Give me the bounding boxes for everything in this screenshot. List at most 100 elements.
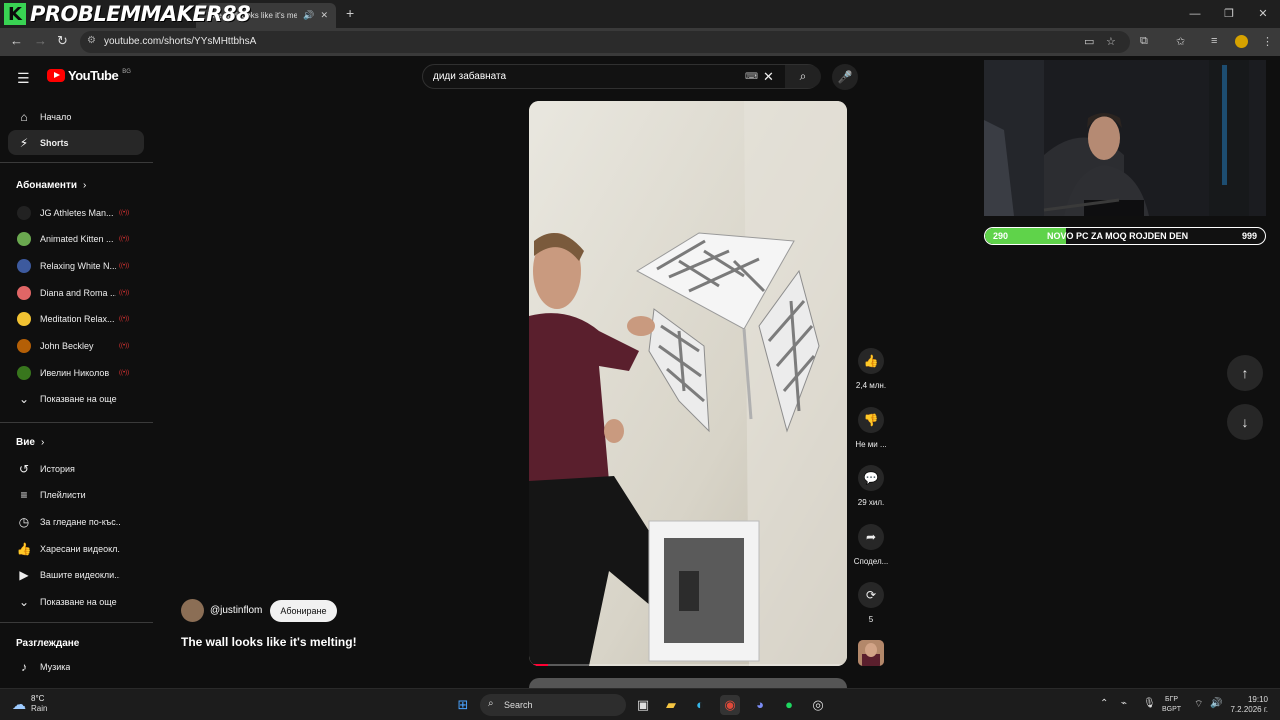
bookmark-star-icon[interactable]: ☆ <box>1106 35 1116 48</box>
next-short-preview[interactable] <box>529 678 847 688</box>
comments-button[interactable]: 💬 29 хил. <box>850 465 892 507</box>
sidebar-item-liked[interactable]: 👍 Харесани видеокл... <box>8 536 144 561</box>
weather-widget[interactable]: ☁ 8°C Rain <box>12 694 47 714</box>
volume-icon[interactable]: 🔊 <box>1210 698 1222 709</box>
you-heading[interactable]: Вие › <box>16 437 44 448</box>
search-icon: ⌕ <box>488 698 494 709</box>
wifi-icon[interactable]: ⌔ <box>1194 698 1203 711</box>
sidebar-item-playlists[interactable]: ≡ Плейлисти <box>8 483 144 508</box>
brand-logo: K <box>4 3 26 25</box>
hamburger-menu-icon[interactable]: ☰ <box>17 70 30 87</box>
keyboard-icon[interactable]: ⌨ <box>745 71 758 82</box>
close-tab-icon[interactable]: ✕ <box>320 10 328 21</box>
channel-avatar <box>17 205 31 220</box>
extensions-icon[interactable]: ⧉ <box>1140 35 1148 48</box>
sidebar-item-history[interactable]: ↺ История <box>8 456 144 481</box>
chrome-icon[interactable]: ◉ <box>720 695 740 715</box>
subscriptions-heading[interactable]: Абонаменти › <box>16 180 86 191</box>
sidebar-item-music[interactable]: ♪ Музика <box>8 654 144 679</box>
obs-icon[interactable]: ◎ <box>808 695 828 715</box>
minimize-button[interactable]: — <box>1178 0 1212 28</box>
more-menu-icon[interactable]: ⋮ <box>1262 35 1273 48</box>
live-indicator-icon: ((•)) <box>119 369 130 376</box>
short-title[interactable]: The wall looks like it's melting! <box>181 635 357 649</box>
music-icon: ♪ <box>21 659 27 674</box>
share-button[interactable]: ➦ Сподел... <box>850 523 892 566</box>
sound-source-thumbnail[interactable] <box>858 640 884 666</box>
cast-icon[interactable]: ▭ <box>1084 35 1094 48</box>
forward-icon[interactable]: → <box>34 33 47 48</box>
maximize-button[interactable]: ❐ <box>1212 0 1246 28</box>
next-short-button[interactable]: ↓ <box>1227 404 1263 440</box>
channel-avatar[interactable] <box>181 599 204 622</box>
edge-icon[interactable]: ◐ <box>690 695 710 715</box>
comments-icon: 💬 <box>858 465 884 491</box>
search-button[interactable]: ⌕ <box>785 65 821 88</box>
sidebar-item-home[interactable]: ⌂ Начало <box>8 104 144 129</box>
short-video-player[interactable] <box>529 101 847 666</box>
spotify-icon[interactable]: ● <box>779 695 799 715</box>
start-menu-icon[interactable]: ⊞ <box>453 695 473 715</box>
input-language[interactable]: БГР BGPT <box>1162 695 1181 715</box>
url-field[interactable]: ⚙ youtube.com/shorts/YYsMHttbhsA ▭ ☆ <box>80 31 1130 53</box>
watch-later-icon: ◷ <box>18 514 30 529</box>
media-controls-icon[interactable]: ≡ <box>1211 35 1217 47</box>
network-icon[interactable]: ⌁ <box>1121 698 1127 709</box>
window-controls: — ❐ ✕ <box>1178 0 1280 28</box>
windows-taskbar: ☁ 8°C Rain ⊞ ⌕ Search ▣ ▰ ◐ ◉ ◕ ● ◎ ⌃ ⌁ … <box>0 688 1280 720</box>
channel-name[interactable]: @justinflom <box>210 605 262 616</box>
show-more-subscriptions[interactable]: ⌄ Показване на още <box>8 387 144 412</box>
search-input[interactable]: диди забавната <box>433 71 506 82</box>
chevron-right-icon: › <box>83 180 87 191</box>
voice-search-button[interactable]: 🎤 <box>832 64 858 90</box>
new-tab-button[interactable]: + <box>346 5 354 21</box>
url-text: youtube.com/shorts/YYsMHttbhsA <box>104 36 257 47</box>
sidebar-item-label: Музика <box>40 661 71 672</box>
subscription-item[interactable]: Animated Kitten ... ((•)) <box>8 227 144 252</box>
video-frame <box>529 101 847 666</box>
rain-cloud-icon: ☁ <box>12 695 26 712</box>
sidebar-item-label: Харесани видеокл... <box>40 543 120 554</box>
remix-icon: ⟳ <box>858 582 884 608</box>
channel-avatar <box>17 312 31 327</box>
taskbar-search[interactable]: ⌕ Search <box>480 694 626 716</box>
subscription-item[interactable]: Relaxing White N... ((•)) <box>8 253 144 278</box>
address-toolbar: ← → ↻ ⚙ youtube.com/shorts/YYsMHttbhsA ▭… <box>0 28 1280 56</box>
reload-icon[interactable]: ↻ <box>57 33 68 49</box>
microphone-icon[interactable]: 🎙 <box>1143 698 1156 709</box>
subscription-item[interactable]: Meditation Relax... ((•)) <box>8 307 144 332</box>
remix-button[interactable]: ⟳ 5 <box>850 582 892 624</box>
subscription-item[interactable]: Diana and Roma ... ((•)) <box>8 280 144 305</box>
action-label: Сподел... <box>853 556 889 566</box>
your-videos-icon: ▶ <box>19 568 29 583</box>
speaker-icon[interactable]: 🔊 <box>303 10 314 21</box>
tray-overflow-icon[interactable]: ⌃ <box>1100 698 1108 709</box>
profile-avatar[interactable] <box>1235 35 1248 48</box>
system-clock[interactable]: 19:10 7.2.2026 г. <box>1228 695 1268 715</box>
subscription-item[interactable]: JG Athletes Man... ((•)) <box>8 200 144 225</box>
like-icon: 👍 <box>858 348 884 374</box>
file-explorer-icon[interactable]: ▰ <box>661 695 681 715</box>
subscription-item[interactable]: Ивелин Николов ((•)) <box>8 360 144 385</box>
subscribe-button[interactable]: Абониране <box>270 599 337 622</box>
youtube-logo[interactable]: YouTube BG <box>47 68 131 83</box>
share-icon: ➦ <box>858 523 884 550</box>
sidebar-item-chevron-down[interactable]: ⌄ Показване на още <box>8 590 144 615</box>
site-info-icon[interactable]: ⚙ <box>87 35 96 46</box>
subscription-item[interactable]: John Beckley ((•)) <box>8 334 144 359</box>
discord-icon[interactable]: ◕ <box>750 695 770 715</box>
sidebar-item-watch-later[interactable]: ◷ За гледане по-къс... <box>8 509 144 534</box>
dislike-button[interactable]: 👎 Не ми ... <box>850 406 892 449</box>
task-view-icon[interactable]: ▣ <box>633 695 653 715</box>
like-button[interactable]: 👍 2,4 млн. <box>850 348 892 390</box>
close-window-button[interactable]: ✕ <box>1246 0 1280 28</box>
back-icon[interactable]: ← <box>10 33 23 48</box>
sidebar-item-shorts[interactable]: ⚡ Shorts <box>8 130 144 155</box>
clear-search-icon[interactable]: ✕ <box>763 69 774 85</box>
previous-short-button[interactable]: ↑ <box>1227 355 1263 391</box>
sidebar-item-your-videos[interactable]: ▶ Вашите видеокли... <box>8 563 144 588</box>
video-progress-fill <box>529 664 549 666</box>
region-code: BG <box>122 68 131 75</box>
video-progress-bar[interactable] <box>529 664 847 666</box>
favorites-icon[interactable]: ✩ <box>1176 35 1185 48</box>
